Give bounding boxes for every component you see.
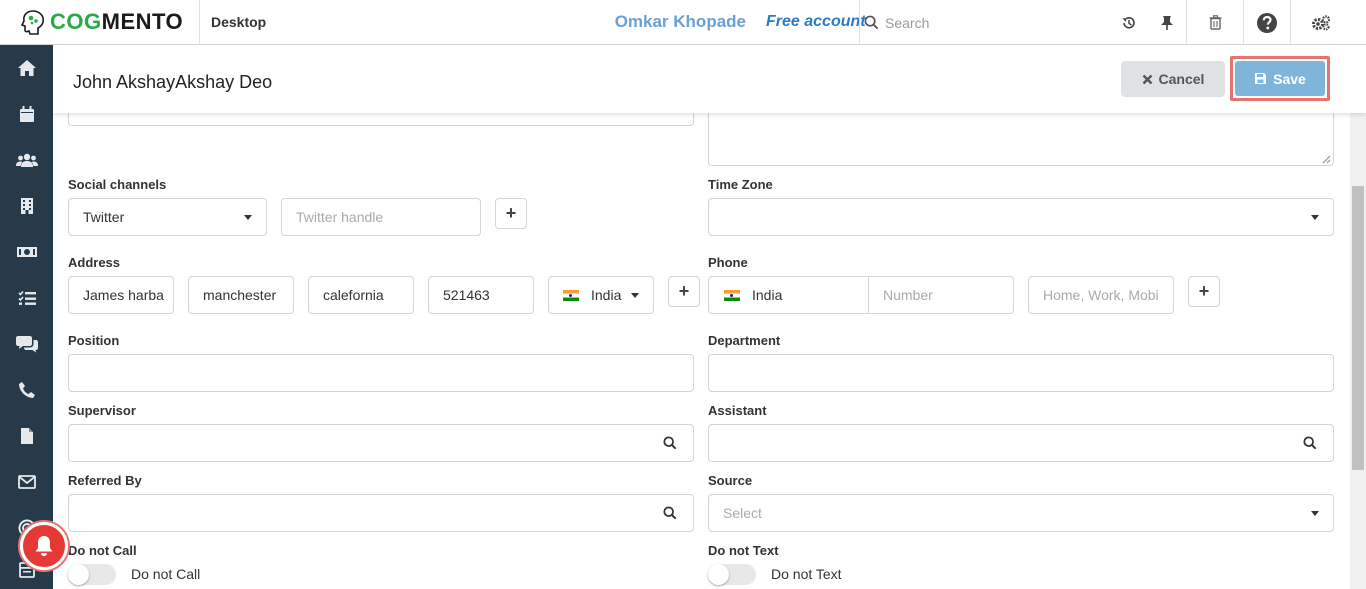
department-input[interactable] xyxy=(708,354,1334,392)
home-icon[interactable] xyxy=(0,50,53,86)
calls-icon[interactable] xyxy=(0,372,53,408)
address-city-value: manchester xyxy=(203,287,277,303)
do-not-text-toggle-label: Do not Text xyxy=(771,566,842,582)
companies-icon[interactable] xyxy=(0,188,53,224)
trash-icon[interactable] xyxy=(1187,0,1243,45)
department-label: Department xyxy=(708,333,781,348)
notification-bell-button[interactable] xyxy=(20,522,68,570)
address-city-input[interactable]: manchester xyxy=(188,276,294,314)
referred-by-label: Referred By xyxy=(68,473,142,488)
add-social-button[interactable]: + xyxy=(495,198,527,229)
pin-icon[interactable] xyxy=(1150,0,1184,45)
address-state-input[interactable]: calefornia xyxy=(308,276,414,314)
email-icon[interactable] xyxy=(0,464,53,500)
page-title: John AkshayAkshay Deo xyxy=(73,72,273,92)
time-zone-label: Time Zone xyxy=(708,177,773,192)
india-flag-icon xyxy=(724,289,740,301)
tasks-icon[interactable] xyxy=(0,280,53,316)
workspace-label: Desktop xyxy=(211,14,267,30)
phone-type-placeholder: Home, Work, Mobi xyxy=(1043,287,1159,303)
twitter-handle-placeholder: Twitter handle xyxy=(296,209,384,225)
add-phone-button[interactable]: + xyxy=(1188,276,1220,307)
phone-type-input[interactable]: Home, Work, Mobi xyxy=(1028,276,1174,314)
address-state-value: calefornia xyxy=(323,287,384,303)
plus-icon: + xyxy=(1198,281,1210,301)
logo-text: COGMENTO xyxy=(50,9,184,34)
position-label: Position xyxy=(68,333,120,348)
social-channel-value: Twitter xyxy=(83,209,125,225)
save-button-highlight: Save xyxy=(1230,56,1330,101)
do-not-call-toggle[interactable] xyxy=(68,564,116,585)
sidebar xyxy=(0,45,53,589)
save-button-label: Save xyxy=(1273,70,1306,87)
contact-edit-form: Social channels Twitter Twitter handle +… xyxy=(53,93,1350,589)
assistant-search-input[interactable] xyxy=(708,424,1334,462)
referred-by-search-input[interactable] xyxy=(68,494,694,532)
do-not-text-toggle[interactable] xyxy=(708,564,756,585)
address-zip-input[interactable]: 521463 xyxy=(428,276,534,314)
settings-icon[interactable] xyxy=(1291,0,1350,45)
address-street-value: James harba xyxy=(83,287,164,303)
close-icon xyxy=(1142,74,1153,85)
search-icon xyxy=(864,15,879,30)
phone-group: India Number xyxy=(708,276,1014,314)
plus-icon: + xyxy=(505,203,517,223)
chevron-down-icon xyxy=(631,293,639,298)
scrollbar-thumb[interactable] xyxy=(1352,186,1364,470)
calendar-icon[interactable] xyxy=(0,96,53,132)
search-icon xyxy=(663,436,677,453)
save-icon xyxy=(1254,72,1267,85)
address-street-input[interactable]: James harba xyxy=(68,276,174,314)
help-icon[interactable] xyxy=(1244,0,1290,45)
position-input[interactable] xyxy=(68,354,694,392)
resize-handle-icon xyxy=(1322,155,1331,164)
search-input[interactable] xyxy=(879,14,1079,31)
account-type[interactable]: Free account xyxy=(766,13,866,31)
social-channel-select[interactable]: Twitter xyxy=(68,198,267,236)
search-bar[interactable] xyxy=(859,0,1109,45)
supervisor-search-input[interactable] xyxy=(68,424,694,462)
assistant-label: Assistant xyxy=(708,403,767,418)
source-label: Source xyxy=(708,473,753,488)
logo[interactable]: COGMENTO xyxy=(0,0,200,45)
phone-country-select[interactable]: India xyxy=(709,277,869,313)
chevron-down-icon xyxy=(1311,215,1319,220)
phone-label: Phone xyxy=(708,255,748,270)
contacts-icon[interactable] xyxy=(0,142,53,178)
address-country-select[interactable]: India xyxy=(548,276,654,314)
chevron-down-icon xyxy=(244,215,252,220)
bell-icon xyxy=(33,534,55,558)
cancel-button-label: Cancel xyxy=(1158,71,1205,87)
address-label: Address xyxy=(68,255,121,270)
deals-icon[interactable] xyxy=(0,234,53,270)
source-select[interactable]: Select xyxy=(708,494,1334,532)
chevron-down-icon xyxy=(1311,511,1319,516)
india-flag-icon xyxy=(563,289,579,301)
cases-icon[interactable] xyxy=(0,326,53,362)
save-button[interactable]: Save xyxy=(1235,61,1325,96)
supervisor-label: Supervisor xyxy=(68,403,136,418)
search-icon xyxy=(663,506,677,523)
page-header: John AkshayAkshay Deo Cancel Save xyxy=(53,45,1366,113)
plus-icon: + xyxy=(678,281,690,301)
address-zip-value: 521463 xyxy=(443,287,490,303)
history-icon[interactable] xyxy=(1112,0,1146,45)
user-name[interactable]: Omkar Khopade xyxy=(604,12,746,32)
time-zone-select[interactable] xyxy=(708,198,1334,236)
do-not-call-toggle-label: Do not Call xyxy=(131,566,201,582)
social-channels-label: Social channels xyxy=(68,177,167,192)
do-not-call-label: Do not Call xyxy=(68,543,137,558)
documents-icon[interactable] xyxy=(0,418,53,454)
phone-number-input[interactable]: Number xyxy=(869,287,933,303)
phone-number-placeholder: Number xyxy=(883,287,933,303)
address-country-value: India xyxy=(591,287,622,303)
search-icon xyxy=(1303,436,1317,453)
source-placeholder: Select xyxy=(723,505,762,521)
logo-head-icon xyxy=(20,9,46,35)
cancel-button[interactable]: Cancel xyxy=(1121,61,1225,97)
add-address-button[interactable]: + xyxy=(668,276,700,307)
do-not-text-label: Do not Text xyxy=(708,543,779,558)
phone-country-value: India xyxy=(752,287,783,303)
twitter-handle-input[interactable]: Twitter handle xyxy=(281,198,481,236)
